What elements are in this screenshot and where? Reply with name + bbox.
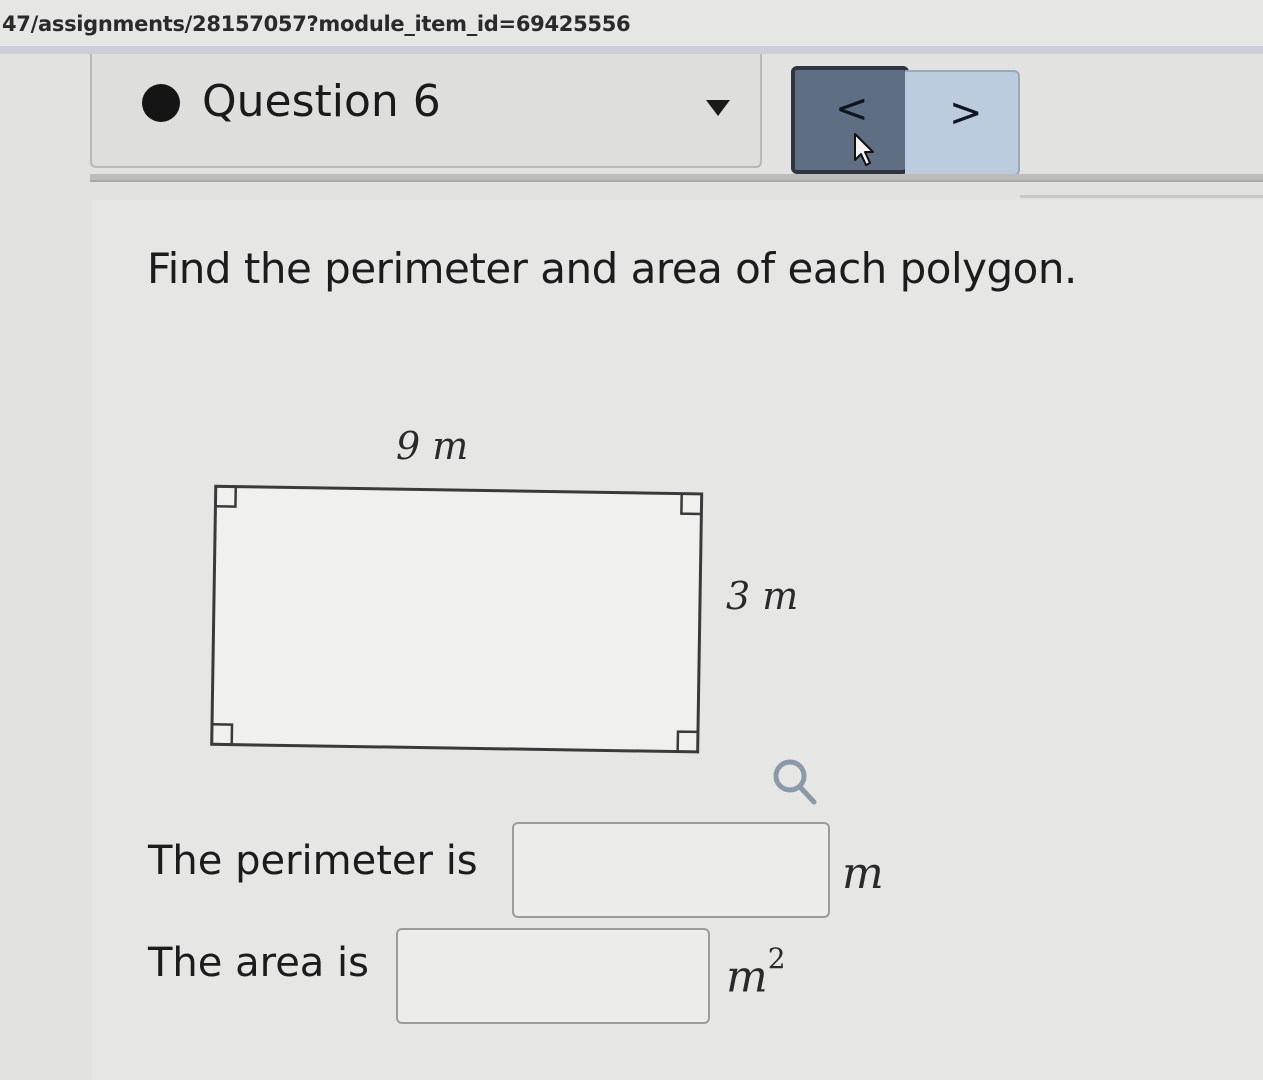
area-label: The area is [148, 940, 369, 986]
rectangle-figure [210, 484, 704, 754]
area-unit-base: m [726, 951, 768, 1003]
chevron-right-icon: > [949, 90, 983, 136]
header-divider [90, 174, 1263, 182]
url-text[interactable]: 47/assignments/28157057?module_item_id=6… [2, 12, 631, 36]
question-selector-label: Question 6 [202, 76, 441, 127]
right-side-label: 3 m [726, 574, 799, 618]
mouse-pointer-icon [854, 133, 874, 166]
problem-prompt: Find the perimeter and area of each poly… [147, 244, 1077, 293]
area-unit-exponent: 2 [767, 942, 786, 975]
question-selector[interactable]: Question 6 [90, 54, 762, 168]
previous-question-button[interactable]: < [791, 66, 909, 174]
section-rule [1020, 195, 1263, 198]
rectangle-outline [210, 484, 704, 754]
perimeter-label: The perimeter is [148, 838, 478, 884]
area-unit: m2 [726, 942, 786, 1003]
browser-address-bar[interactable]: 47/assignments/28157057?module_item_id=6… [0, 0, 1263, 54]
chevron-left-icon: < [835, 86, 869, 132]
perimeter-unit: m [842, 848, 884, 899]
area-input[interactable] [396, 928, 710, 1024]
question-status-dot [142, 84, 180, 122]
caret-down-icon [706, 100, 730, 116]
perimeter-input[interactable] [512, 822, 830, 918]
next-question-button[interactable]: > [905, 70, 1020, 176]
magnifier-icon[interactable] [768, 756, 822, 810]
